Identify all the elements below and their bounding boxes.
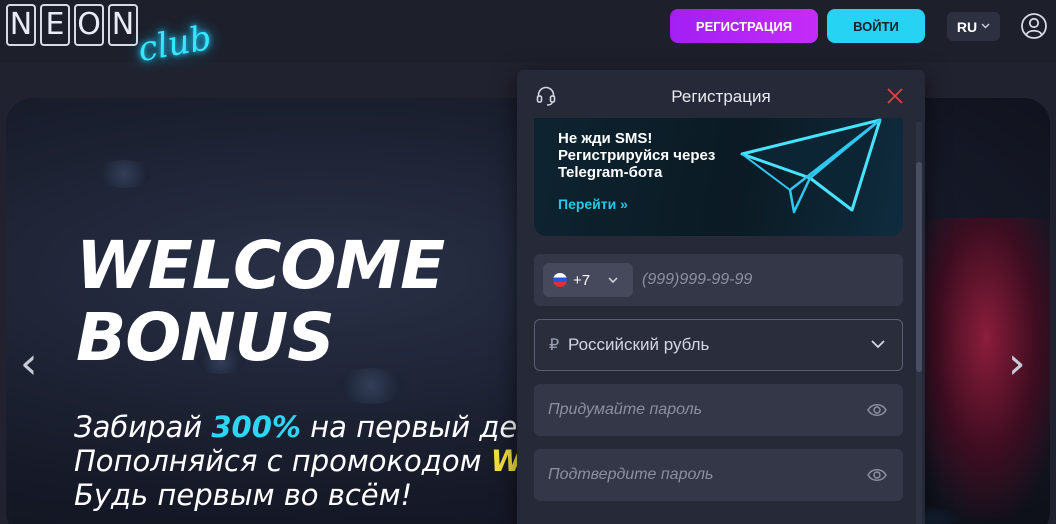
telegram-text-line: Не жди SMS!	[558, 130, 653, 147]
logo-letter: E	[40, 4, 70, 46]
casino-chip-decoration	[96, 160, 152, 188]
carousel-next-arrow[interactable]: ›	[1008, 338, 1026, 389]
password-field	[534, 384, 903, 436]
ruble-sign: ₽	[549, 337, 560, 354]
headline-line: BONUS	[76, 299, 335, 376]
banner-promo-text: Забирай 300% на первый депо Пополняйся с…	[74, 410, 554, 512]
currency-label: Российский рубль	[568, 335, 710, 354]
promo-text: Пополняйся с промокодом	[74, 444, 491, 478]
eye-icon[interactable]	[867, 466, 887, 484]
language-selector[interactable]: RU	[947, 12, 1000, 41]
logo-club-script: club	[135, 17, 215, 71]
page: N E O N club РЕГИСТРАЦИЯ ВОЙТИ RU WELCOM…	[0, 0, 1056, 524]
logo-letter: N	[108, 4, 138, 46]
logo-letter: O	[74, 4, 104, 46]
logo-neon-letters: N E O N	[6, 4, 138, 46]
promo-percent: 300%	[211, 410, 301, 444]
chevron-down-icon	[608, 275, 618, 286]
telegram-go-link[interactable]: Перейти »	[558, 196, 628, 212]
promo-line-3: Будь первым во всём!	[74, 478, 413, 512]
logo-letter: N	[6, 4, 36, 46]
register-button[interactable]: РЕГИСТРАЦИЯ	[670, 9, 818, 43]
telegram-banner-text: Не жди SMS! Регистрируйся через Telegram…	[558, 130, 738, 181]
chevron-down-icon	[870, 336, 886, 352]
headline-line: WELCOME	[76, 227, 445, 304]
phone-input[interactable]	[642, 263, 892, 297]
country-code-select[interactable]: +7	[543, 263, 633, 297]
eye-icon[interactable]	[867, 401, 887, 419]
registration-modal: Регистрация Не жди SMS! Регистрируйся че…	[517, 70, 925, 524]
chevron-down-icon	[981, 21, 990, 32]
telegram-text-line: Регистрируйся через	[558, 147, 716, 164]
telegram-bot-banner[interactable]: Не жди SMS! Регистрируйся через Telegram…	[534, 118, 903, 236]
promo-text: на первый депо	[300, 410, 554, 444]
telegram-text-line: Telegram-бота	[558, 164, 663, 181]
top-header: N E O N club РЕГИСТРАЦИЯ ВОЙТИ RU	[0, 0, 1056, 70]
neon-club-logo[interactable]: N E O N club	[6, 4, 216, 70]
ru-flag-icon	[553, 273, 567, 287]
user-icon[interactable]	[1020, 12, 1048, 40]
modal-title: Регистрация	[671, 87, 771, 106]
promo-line-1: Забирай 300% на первый депо	[74, 410, 554, 444]
login-button[interactable]: ВОЙТИ	[827, 9, 925, 43]
confirm-password-input[interactable]	[548, 458, 848, 492]
promo-line-2: Пополняйся с промокодом WE	[74, 444, 554, 478]
welcome-bonus-headline: WELCOME BONUS	[76, 227, 445, 376]
phone-field: +7	[534, 254, 903, 306]
decorative-glow	[906, 218, 1050, 518]
close-icon[interactable]	[884, 85, 906, 107]
modal-header: Регистрация	[517, 70, 925, 122]
confirm-password-field	[534, 449, 903, 501]
currency-select[interactable]: ₽ Российский рубль	[534, 319, 903, 371]
promo-text: Забирай	[74, 410, 212, 444]
modal-scrollbar-thumb[interactable]	[916, 162, 922, 372]
language-label: RU	[956, 18, 978, 35]
carousel-prev-arrow[interactable]: ‹	[20, 338, 38, 389]
password-input[interactable]	[548, 393, 848, 427]
country-code: +7	[573, 271, 591, 289]
paper-plane-icon	[730, 118, 900, 218]
